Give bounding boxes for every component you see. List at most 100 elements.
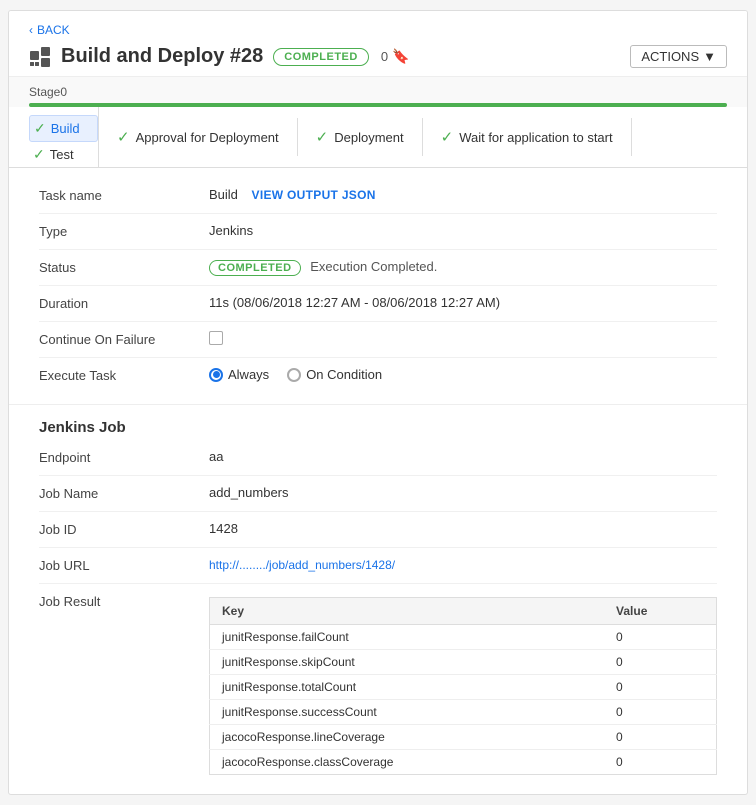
table-cell-value: 0 (604, 725, 716, 750)
back-chevron-icon: ‹ (29, 23, 33, 37)
table-cell-value: 0 (604, 650, 716, 675)
job-name-value: add_numbers (209, 485, 717, 500)
duration-value: 11s (08/06/2018 12:27 AM - 08/06/2018 12… (209, 295, 717, 310)
approval-tab-label: Approval for Deployment (136, 130, 279, 145)
job-result-table-wrapper: Key Value junitResponse.failCount0junitR… (209, 593, 717, 775)
endpoint-row: Endpoint aa (39, 440, 717, 476)
job-id-value: 1428 (209, 521, 717, 536)
task-name-row: Task name Build VIEW OUTPUT JSON (39, 178, 717, 214)
tab-build[interactable]: ✓ Build (29, 115, 98, 142)
status-label: Status (39, 259, 209, 275)
table-cell-key: jacocoResponse.classCoverage (210, 750, 605, 775)
continue-row: Continue On Failure (39, 322, 717, 358)
duration-label: Duration (39, 295, 209, 311)
wait-check-icon: ✓ (441, 128, 454, 146)
table-cell-value: 0 (604, 700, 716, 725)
table-cell-key: junitResponse.successCount (210, 700, 605, 725)
table-cell-key: jacocoResponse.lineCoverage (210, 725, 605, 750)
back-label: BACK (37, 23, 70, 37)
table-row: jacocoResponse.lineCoverage0 (210, 725, 717, 750)
always-label: Always (228, 367, 269, 382)
execute-value: Always On Condition (209, 367, 717, 382)
stage-section: Stage0 (9, 76, 747, 107)
build-tab-label: Build (51, 121, 80, 136)
page-title: Build and Deploy #28 (61, 45, 263, 68)
jenkins-section: Endpoint aa Job Name add_numbers Job ID … (9, 440, 747, 794)
deployment-tab-label: Deployment (334, 130, 403, 145)
tab-wait[interactable]: ✓ Wait for application to start (423, 118, 632, 156)
actions-chevron-icon: ▼ (703, 49, 716, 64)
execute-row: Execute Task Always On Condition (39, 358, 717, 394)
on-condition-radio[interactable] (287, 368, 301, 382)
approval-check-icon: ✓ (117, 128, 130, 146)
back-link[interactable]: ‹ BACK (29, 23, 70, 37)
status-value: COMPLETED Execution Completed. (209, 259, 717, 276)
actions-label: ACTIONS (641, 49, 699, 64)
stage-label: Stage0 (29, 85, 727, 99)
type-label: Type (39, 223, 209, 239)
duration-row: Duration 11s (08/06/2018 12:27 AM - 08/0… (39, 286, 717, 322)
radio-group: Always On Condition (209, 367, 717, 382)
table-cell-value: 0 (604, 625, 716, 650)
col-key: Key (210, 598, 605, 625)
table-row: junitResponse.failCount0 (210, 625, 717, 650)
table-cell-value: 0 (604, 675, 716, 700)
type-row: Type Jenkins (39, 214, 717, 250)
table-header-row: Key Value (210, 598, 717, 625)
table-row: junitResponse.skipCount0 (210, 650, 717, 675)
job-id-row: Job ID 1428 (39, 512, 717, 548)
endpoint-label: Endpoint (39, 449, 209, 465)
col-value: Value (604, 598, 716, 625)
wait-tab-label: Wait for application to start (459, 130, 612, 145)
status-row: Status COMPLETED Execution Completed. (39, 250, 717, 286)
tab-approval[interactable]: ✓ Approval for Deployment (99, 118, 298, 156)
job-url-value: http://......../job/add_numbers/1428/ (209, 557, 717, 572)
endpoint-value: aa (209, 449, 717, 464)
build-check-icon: ✓ (34, 120, 46, 137)
deployment-check-icon: ✓ (316, 128, 329, 146)
type-value: Jenkins (209, 223, 717, 238)
left-tabs: ✓ Build ✓ Test (9, 107, 99, 167)
tab-test[interactable]: ✓ Test (29, 142, 98, 167)
execute-label: Execute Task (39, 367, 209, 383)
jenkins-section-heading: Jenkins Job (9, 405, 747, 440)
task-name-value: Build VIEW OUTPUT JSON (209, 187, 717, 202)
continue-checkbox[interactable] (209, 331, 223, 345)
app-icon (29, 46, 51, 68)
task-name-label: Task name (39, 187, 209, 203)
result-table: Key Value junitResponse.failCount0junitR… (209, 597, 717, 775)
execution-text: Execution Completed. (310, 259, 437, 274)
view-json-link[interactable]: VIEW OUTPUT JSON (252, 188, 376, 202)
test-tab-label: Test (50, 147, 74, 162)
tabs-row: ✓ Build ✓ Test ✓ Approval for Deployment… (9, 107, 747, 168)
job-url-link[interactable]: http://......../job/add_numbers/1428/ (209, 558, 395, 572)
tag-icon: 🔖 (392, 48, 409, 65)
job-id-label: Job ID (39, 521, 209, 537)
always-option[interactable]: Always (209, 367, 269, 382)
table-row: junitResponse.successCount0 (210, 700, 717, 725)
table-row: junitResponse.totalCount0 (210, 675, 717, 700)
right-tabs: ✓ Approval for Deployment ✓ Deployment ✓… (99, 107, 747, 167)
table-cell-key: junitResponse.failCount (210, 625, 605, 650)
continue-value (209, 331, 717, 348)
tab-deployment[interactable]: ✓ Deployment (298, 118, 423, 156)
on-condition-label: On Condition (306, 367, 382, 382)
job-result-label: Job Result (39, 593, 209, 609)
job-name-row: Job Name add_numbers (39, 476, 717, 512)
table-cell-value: 0 (604, 750, 716, 775)
test-check-icon: ✓ (33, 146, 45, 163)
table-row: jacocoResponse.classCoverage0 (210, 750, 717, 775)
job-result-row: Job Result Key Value junitResponse.failC… (39, 584, 717, 784)
always-radio[interactable] (209, 368, 223, 382)
job-url-label: Job URL (39, 557, 209, 573)
continue-label: Continue On Failure (39, 331, 209, 347)
table-cell-key: junitResponse.totalCount (210, 675, 605, 700)
header-status-badge: COMPLETED (273, 48, 369, 66)
actions-button[interactable]: ACTIONS ▼ (630, 45, 727, 68)
table-cell-key: junitResponse.skipCount (210, 650, 605, 675)
count-label: 0 🔖 (381, 48, 410, 65)
job-url-row: Job URL http://......../job/add_numbers/… (39, 548, 717, 584)
on-condition-option[interactable]: On Condition (287, 367, 382, 382)
job-name-label: Job Name (39, 485, 209, 501)
detail-section: Task name Build VIEW OUTPUT JSON Type Je… (9, 168, 747, 404)
